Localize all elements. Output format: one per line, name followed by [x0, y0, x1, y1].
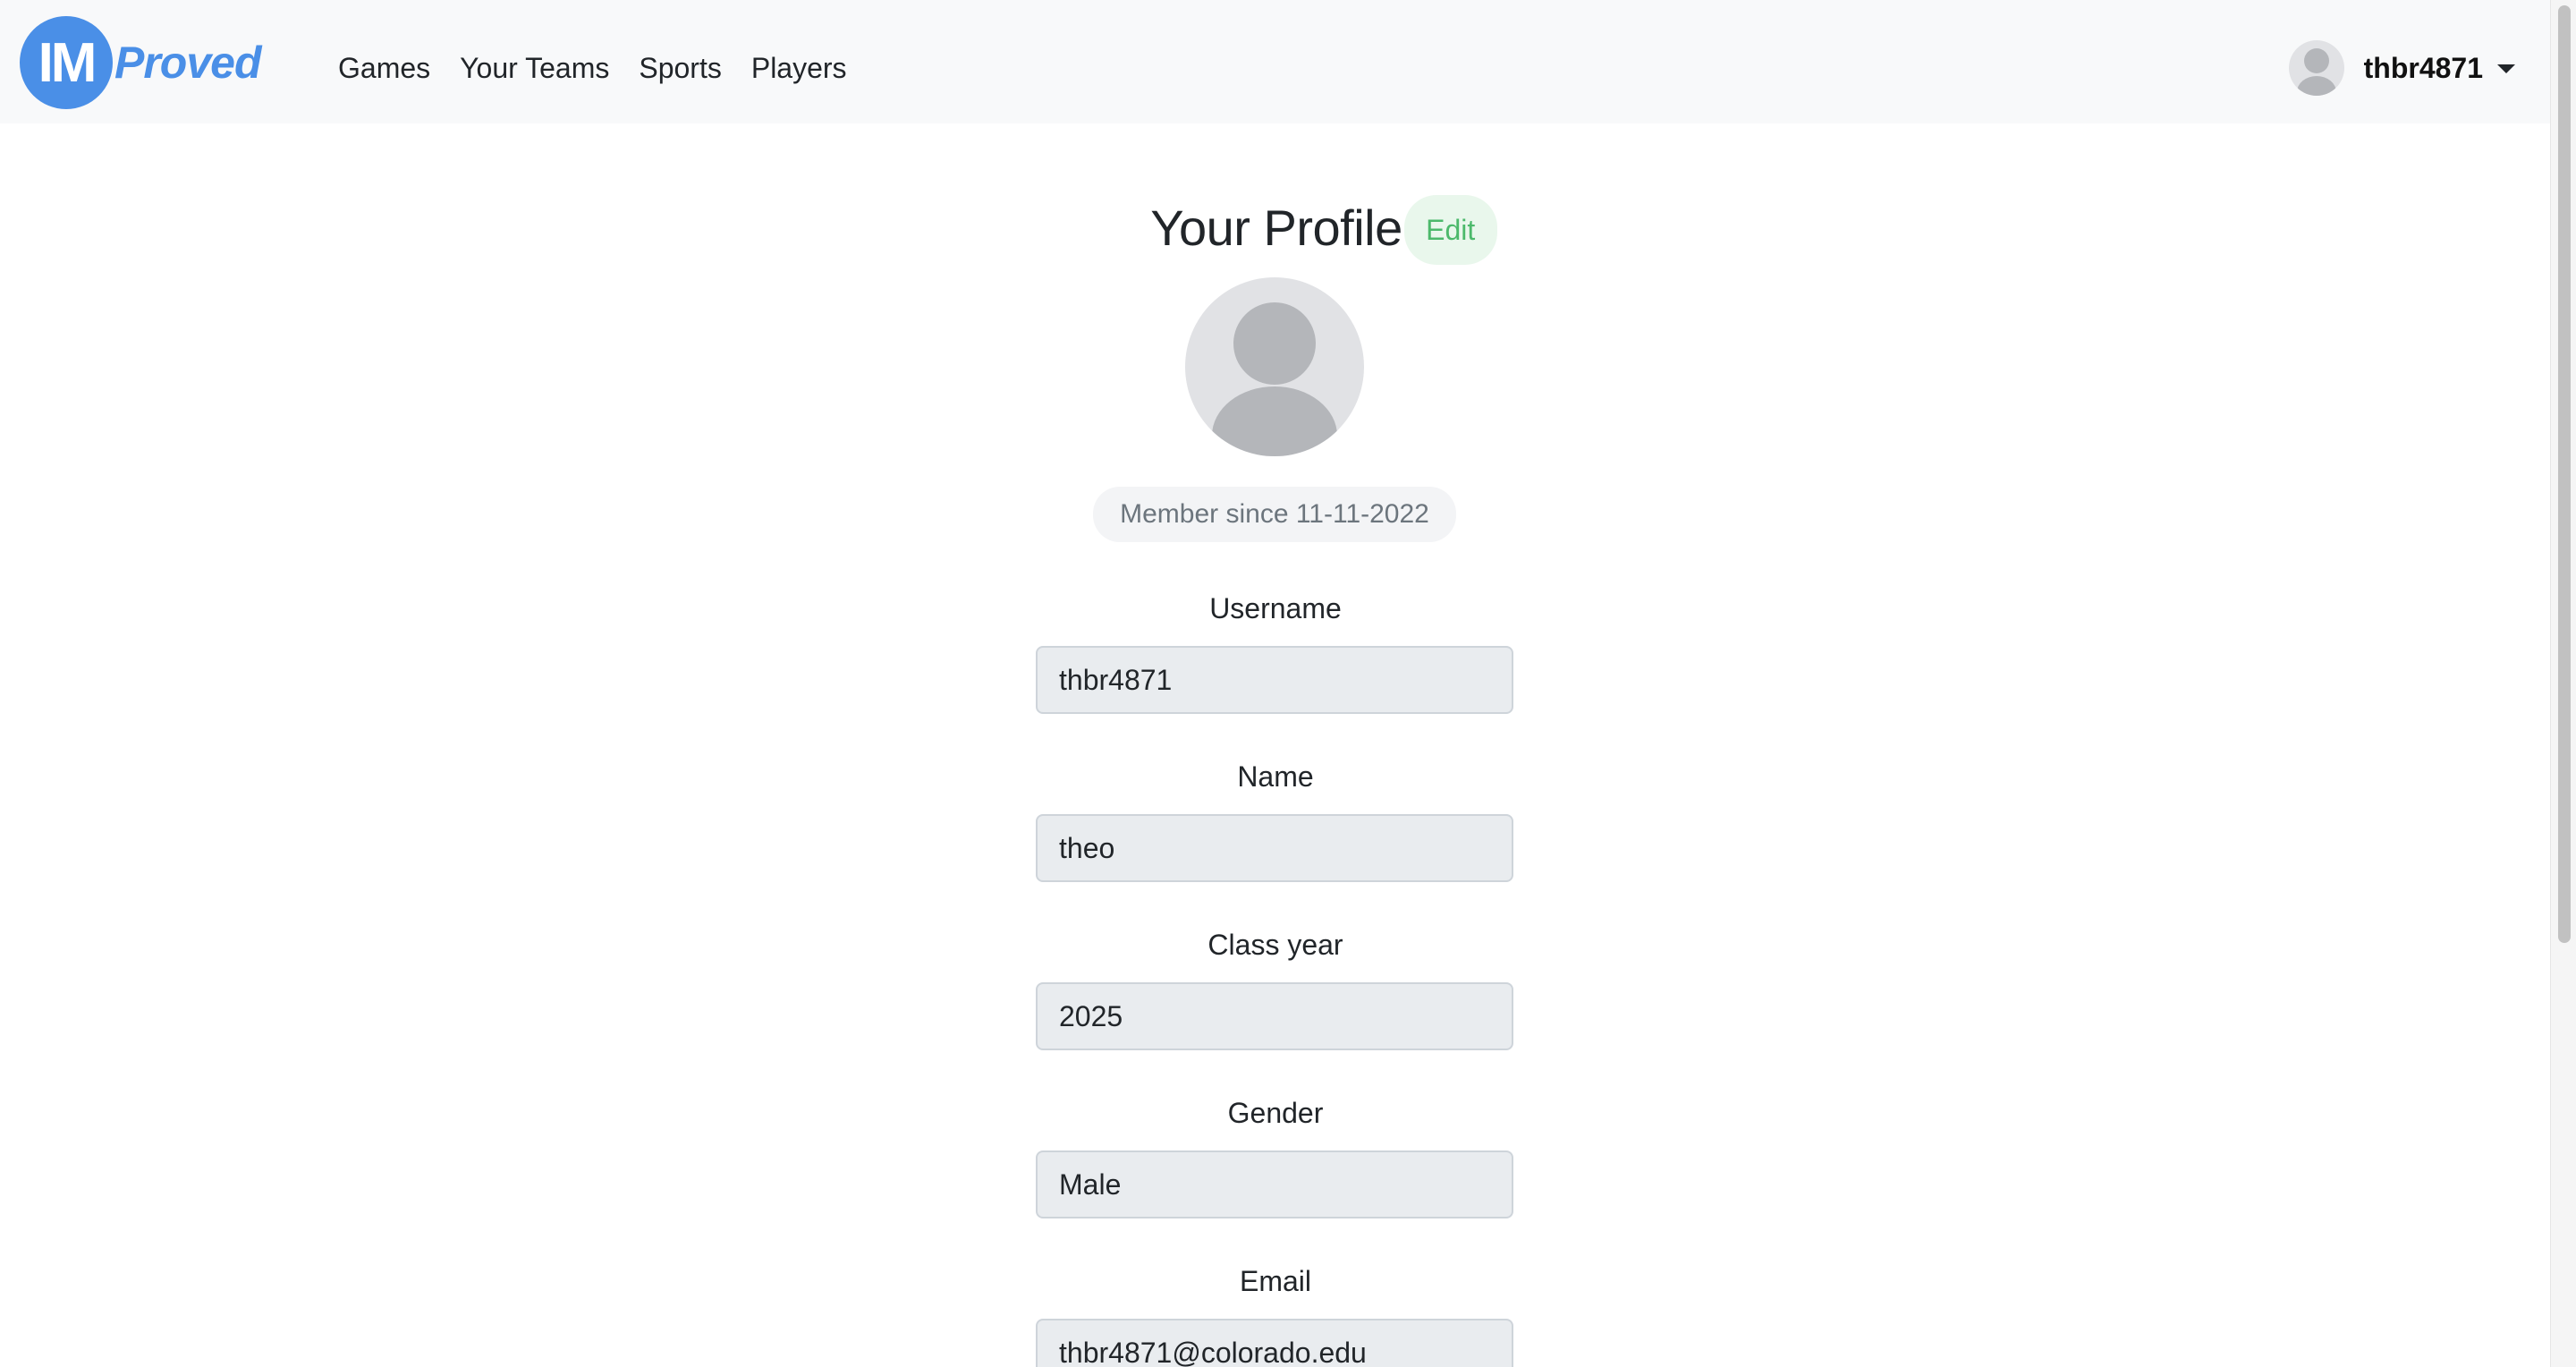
- vertical-scrollbar[interactable]: [2550, 0, 2576, 1367]
- edit-button[interactable]: Edit: [1403, 195, 1497, 265]
- app-window: IM Proved Games Your Teams Sports Player…: [0, 0, 2576, 1367]
- class-year-field[interactable]: [1036, 982, 1513, 1050]
- nav-links: Games Your Teams Sports Players: [338, 0, 877, 136]
- class-year-label: Class year: [1208, 929, 1343, 961]
- nav-username: thbr4871: [2363, 51, 2483, 84]
- profile-avatar-icon: [1185, 277, 1364, 456]
- email-label: Email: [1239, 1265, 1311, 1297]
- brand-logo[interactable]: IM Proved: [20, 16, 262, 109]
- nav-link-your-teams[interactable]: Your Teams: [460, 52, 609, 85]
- email-field[interactable]: [1036, 1319, 1513, 1367]
- username-field[interactable]: [1036, 646, 1513, 714]
- nav-link-sports[interactable]: Sports: [639, 52, 721, 85]
- gender-label: Gender: [1227, 1097, 1324, 1129]
- username-label: Username: [1209, 592, 1342, 624]
- name-field[interactable]: [1036, 814, 1513, 882]
- nav-link-games[interactable]: Games: [338, 52, 430, 85]
- avatar-icon: [2288, 40, 2344, 96]
- user-menu-dropdown[interactable]: thbr4871: [2288, 36, 2515, 100]
- caret-down-icon: [2497, 64, 2515, 73]
- member-since-badge: Member since 11-11-2022: [1093, 487, 1456, 542]
- brand-logo-text: Proved: [114, 38, 262, 88]
- top-navbar: IM Proved Games Your Teams Sports Player…: [0, 0, 2551, 123]
- brand-logo-mark: IM: [20, 16, 113, 109]
- name-label: Name: [1237, 760, 1314, 793]
- profile-header: Your Profile Edit: [0, 190, 2551, 265]
- scrollbar-thumb[interactable]: [2558, 5, 2571, 943]
- nav-link-players[interactable]: Players: [751, 52, 847, 85]
- page-title: Your Profile: [1150, 199, 1402, 256]
- gender-field[interactable]: [1036, 1150, 1513, 1218]
